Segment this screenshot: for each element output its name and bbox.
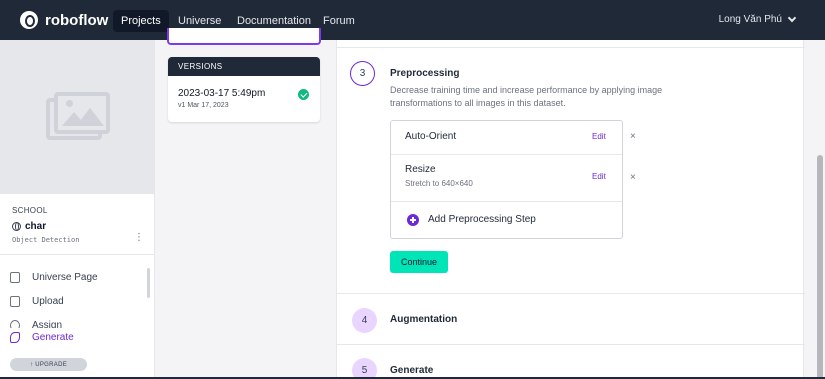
chevron-down-icon xyxy=(787,13,797,23)
step-number-5: 5 xyxy=(352,358,377,379)
upgrade-button[interactable]: ↑ UPGRADE xyxy=(10,358,87,371)
versions-header: VERSIONS xyxy=(168,57,320,76)
remove-auto-orient-close-icon[interactable]: × xyxy=(630,131,636,142)
preprocessing-step-detail: Stretch to 640×640 xyxy=(405,179,473,188)
edit-resize-button[interactable]: Edit xyxy=(592,172,606,181)
sidebar-item-label: Generate xyxy=(32,332,74,343)
step-description: Decrease training time and increase perf… xyxy=(390,85,663,108)
sidebar-item-upload[interactable]: Upload xyxy=(10,296,64,307)
top-nav: roboflow Projects Universe Documentation… xyxy=(0,0,825,40)
preprocessing-step-name: Auto-Orient xyxy=(405,131,457,142)
step-divider xyxy=(337,344,805,345)
step-number-3: 3 xyxy=(350,61,375,86)
sidebar-item-assign[interactable]: Assign xyxy=(10,320,62,328)
add-step-label: Add Preprocessing Step xyxy=(428,214,536,225)
generate-steps-panel: 3 Preprocessing Decrease training time a… xyxy=(336,40,805,379)
step-title-preprocessing: Preprocessing xyxy=(390,68,460,79)
versions-panel: VERSIONS 2023-03-17 5:49pm v1 Mar 17, 20… xyxy=(168,57,320,122)
sidebar-divider xyxy=(0,254,155,255)
workspace-name: SCHOOL xyxy=(12,206,48,215)
step-divider xyxy=(337,293,805,294)
universe-page-icon xyxy=(10,272,20,283)
version-name: 2023-03-17 5:49pm xyxy=(178,88,266,99)
project-name: char xyxy=(25,221,47,232)
brand-name: roboflow xyxy=(45,11,109,29)
more-options-icon[interactable]: ⋮ xyxy=(134,233,144,243)
step-title-generate[interactable]: Generate xyxy=(390,365,433,376)
globe-icon xyxy=(12,222,21,231)
sidebar-scrollbar[interactable] xyxy=(147,268,150,298)
sidebar-item-universe-page[interactable]: Universe Page xyxy=(10,272,98,283)
check-circle-icon xyxy=(298,89,309,100)
sidebar-item-label: Universe Page xyxy=(32,272,98,283)
project-title[interactable]: char xyxy=(12,221,46,232)
previous-card xyxy=(167,28,321,45)
sidebar-item-label: Assign xyxy=(32,320,63,328)
edit-auto-orient-button[interactable]: Edit xyxy=(592,132,606,141)
upload-icon xyxy=(10,296,20,307)
project-type: Object Detection xyxy=(12,236,80,244)
step-title-augmentation[interactable]: Augmentation xyxy=(390,314,457,325)
nav-projects[interactable]: Projects xyxy=(113,10,169,32)
roboflow-logo-icon xyxy=(20,11,38,29)
nav-forum[interactable]: Forum xyxy=(315,10,363,32)
step-divider xyxy=(337,47,805,48)
project-thumbnail xyxy=(0,40,155,194)
user-menu[interactable]: Long Văn Phú xyxy=(718,13,797,25)
preprocessing-steps-list: Auto-Orient Edit Resize Stretch to 640×6… xyxy=(390,120,623,239)
sidebar-item-generate[interactable]: Generate xyxy=(10,332,74,343)
plus-circle-icon xyxy=(407,214,419,226)
assign-icon xyxy=(10,320,20,328)
sidebar-item-label: Upload xyxy=(32,296,64,307)
user-name: Long Văn Phú xyxy=(718,14,782,25)
image-placeholder-icon xyxy=(45,92,110,142)
step-number-4: 4 xyxy=(352,308,377,333)
preprocessing-step-name: Resize xyxy=(405,164,436,175)
page-scrollbar[interactable] xyxy=(817,155,823,379)
sidebar: SCHOOL char Object Detection ⋮ Universe … xyxy=(0,40,155,379)
remove-resize-close-icon[interactable]: × xyxy=(630,172,636,183)
continue-button[interactable]: Continue xyxy=(390,251,448,273)
preprocessing-step-row: Auto-Orient Edit xyxy=(391,121,622,155)
generate-icon xyxy=(10,332,20,343)
brand-logo[interactable]: roboflow xyxy=(20,11,108,29)
version-subtitle: v1 Mar 17, 2023 xyxy=(178,102,229,109)
preprocessing-step-row: Resize Stretch to 640×640 Edit xyxy=(391,155,622,202)
